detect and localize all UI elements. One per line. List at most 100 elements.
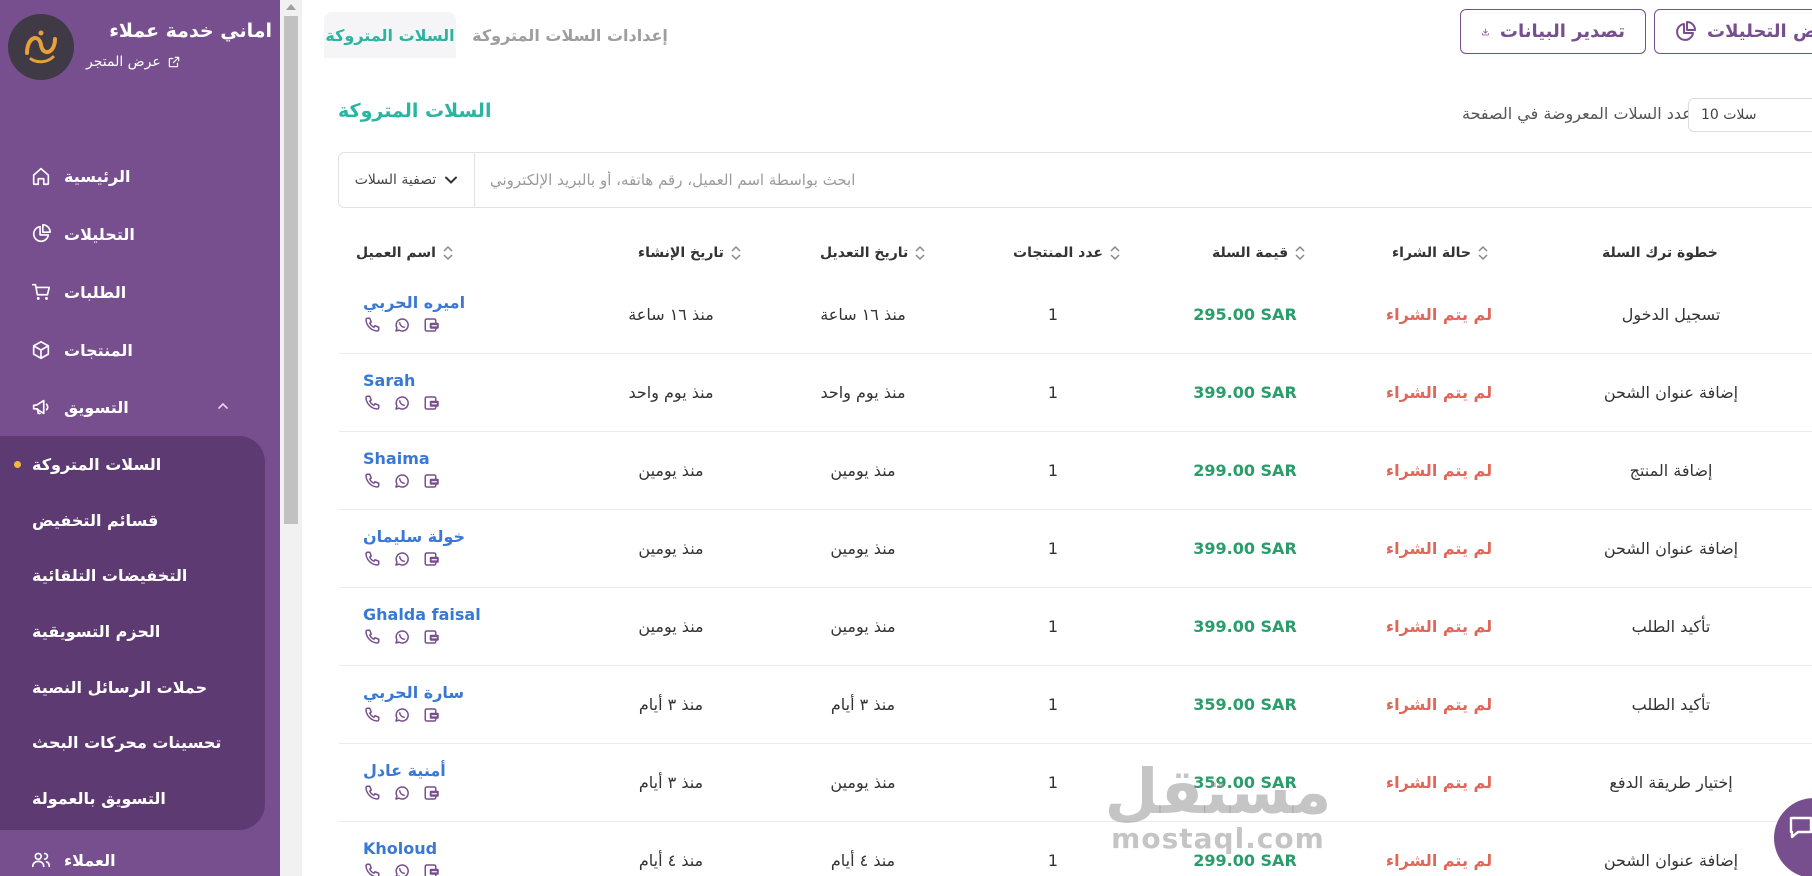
submenu-item-affiliate[interactable]: التسويق بالعمولة: [0, 778, 265, 818]
customer-name-link[interactable]: Ghalda faisal: [363, 606, 481, 624]
table-row: Shaima منذ يومين منذ يومين 1 299.00 SAR لم يت…: [339, 432, 1812, 510]
phone-icon[interactable]: [363, 862, 381, 876]
submenu-item-label: السلات المتروكة: [32, 454, 162, 474]
scrollbar-thumb[interactable]: [284, 16, 298, 524]
phone-icon[interactable]: [363, 394, 381, 412]
customer-cell: اميره الحربي: [363, 294, 465, 334]
modified-date-cell: منذ يومين: [830, 773, 896, 792]
products-count-cell: 1: [1047, 617, 1059, 636]
page-scrollbar[interactable]: [280, 0, 302, 876]
created-date-cell: منذ يومين: [638, 617, 704, 636]
submenu-item-label: الحزم التسويقية: [32, 621, 161, 641]
table-row: Ghalda faisal منذ يومين منذ يومين 1 399.00 S…: [339, 588, 1812, 666]
sidebar-item-orders[interactable]: الطلبات: [0, 272, 280, 312]
column-header-status[interactable]: حالة الشراء: [1392, 230, 1489, 276]
tab-abandoned-carts[interactable]: السلات المتروكة: [324, 12, 456, 58]
purchase-status-cell: لم يتم الشراء: [1385, 461, 1493, 480]
customer-cell: Ghalda faisal: [363, 606, 481, 646]
sidebar-item-marketing[interactable]: التسويق: [0, 387, 280, 427]
box-icon: [32, 340, 50, 360]
sms-icon[interactable]: [423, 628, 441, 646]
megaphone-icon: [32, 399, 49, 415]
filter-carts-button[interactable]: تصفية السلات: [339, 153, 475, 207]
scroll-up-arrow-icon[interactable]: [286, 4, 296, 10]
cart-value-cell: 295.00 SAR: [1193, 305, 1297, 324]
store-logo[interactable]: [8, 14, 74, 80]
sms-icon[interactable]: [423, 706, 441, 724]
customer-name-link[interactable]: أمنية عادل: [363, 762, 446, 780]
modified-date-cell: منذ ٣ أيام: [830, 695, 896, 714]
sidebar-item-home[interactable]: الرئيسية: [0, 156, 280, 196]
contact-actions: [363, 394, 441, 412]
whatsapp-icon[interactable]: [393, 862, 411, 876]
modified-date-cell: منذ يومين: [830, 539, 896, 558]
sort-icon: [731, 245, 741, 261]
phone-icon[interactable]: [363, 784, 381, 802]
whatsapp-icon[interactable]: [393, 628, 411, 646]
column-header-customer[interactable]: اسم العميل: [356, 230, 454, 276]
sidebar-item-products[interactable]: المنتجات: [0, 330, 280, 370]
customer-name-link[interactable]: خولة سليمان: [363, 528, 465, 546]
customer-cell: أمنية عادل: [363, 762, 446, 802]
phone-icon[interactable]: [363, 316, 381, 334]
cart-value-cell: 359.00 SAR: [1193, 695, 1297, 714]
submenu-item-seo[interactable]: تحسينات محركات البحث: [0, 722, 265, 762]
sort-icon: [1478, 245, 1488, 261]
products-count-cell: 1: [1047, 305, 1059, 324]
sms-icon[interactable]: [423, 472, 441, 490]
whatsapp-icon[interactable]: [393, 784, 411, 802]
whatsapp-icon[interactable]: [393, 472, 411, 490]
sort-icon: [1110, 245, 1120, 261]
purchase-status-cell: لم يتم الشراء: [1385, 305, 1493, 324]
column-header-modified[interactable]: تاريخ التعديل: [820, 230, 926, 276]
sms-icon[interactable]: [423, 784, 441, 802]
customer-name-link[interactable]: Shaima: [363, 450, 441, 468]
contact-actions: [363, 316, 465, 334]
whatsapp-icon[interactable]: [393, 706, 411, 724]
chevron-up-icon[interactable]: [216, 399, 230, 413]
sms-icon[interactable]: [423, 862, 441, 876]
submenu-item-sms-campaigns[interactable]: حملات الرسائل النصية: [0, 667, 265, 707]
tab-abandoned-carts-settings[interactable]: إعدادات السلات المتروكة: [470, 12, 670, 58]
column-header-cart-value[interactable]: قيمة السلة: [1212, 230, 1306, 276]
whatsapp-icon[interactable]: [393, 550, 411, 568]
sidebar-item-customers[interactable]: العملاء: [0, 840, 280, 876]
products-count-cell: 1: [1047, 461, 1059, 480]
sms-icon[interactable]: [423, 550, 441, 568]
customer-name-link[interactable]: Kholoud: [363, 840, 441, 858]
submenu-item-abandoned-carts[interactable]: السلات المتروكة: [0, 444, 265, 484]
submenu-item-label: حملات الرسائل النصية: [32, 677, 208, 697]
whatsapp-icon[interactable]: [393, 316, 411, 334]
view-analytics-button[interactable]: عرض التحليلات: [1654, 9, 1812, 54]
abandon-step-cell: إضافة عنوان الشحن: [1603, 383, 1739, 402]
sort-icon: [443, 245, 453, 261]
column-header-abandon-step[interactable]: خطوة ترك السلة: [1602, 230, 1718, 276]
submenu-item-bundles[interactable]: الحزم التسويقية: [0, 611, 265, 651]
phone-icon[interactable]: [363, 550, 381, 568]
customer-name-link[interactable]: اميره الحربي: [363, 294, 465, 312]
column-header-created[interactable]: تاريخ الإنشاء: [638, 230, 742, 276]
sms-icon[interactable]: [423, 316, 441, 334]
table-row: سارة الحربي منذ ٣ أيام منذ ٣ أيام 1 359.00 S…: [339, 666, 1812, 744]
sidebar-item-label: التحليلات: [64, 224, 135, 244]
view-store-link[interactable]: عرض المتجر: [86, 54, 272, 70]
sidebar-item-analytics[interactable]: التحليلات: [0, 214, 280, 254]
export-data-button[interactable]: تصدير البيانات: [1460, 9, 1646, 54]
per-page-select[interactable]: 10 سلات: [1688, 98, 1812, 132]
search-input[interactable]: [476, 153, 1812, 207]
submenu-item-auto-discounts[interactable]: التخفيضات التلقائية: [0, 555, 265, 595]
customer-name-link[interactable]: سارة الحربي: [363, 684, 464, 702]
whatsapp-icon[interactable]: [393, 394, 411, 412]
submenu-item-label: قسائم التخفيض: [32, 510, 159, 530]
created-date-cell: منذ يومين: [638, 539, 704, 558]
abandon-step-cell: إضافة المنتج: [1629, 461, 1713, 480]
submenu-item-coupons[interactable]: قسائم التخفيض: [0, 500, 265, 540]
phone-icon[interactable]: [363, 628, 381, 646]
phone-icon[interactable]: [363, 706, 381, 724]
customer-name-link[interactable]: Sarah: [363, 372, 441, 390]
phone-icon[interactable]: [363, 472, 381, 490]
purchase-status-cell: لم يتم الشراء: [1385, 539, 1493, 558]
customer-cell: Kholoud: [363, 840, 441, 876]
sms-icon[interactable]: [423, 394, 441, 412]
column-header-products[interactable]: عدد المنتجات: [1013, 230, 1121, 276]
